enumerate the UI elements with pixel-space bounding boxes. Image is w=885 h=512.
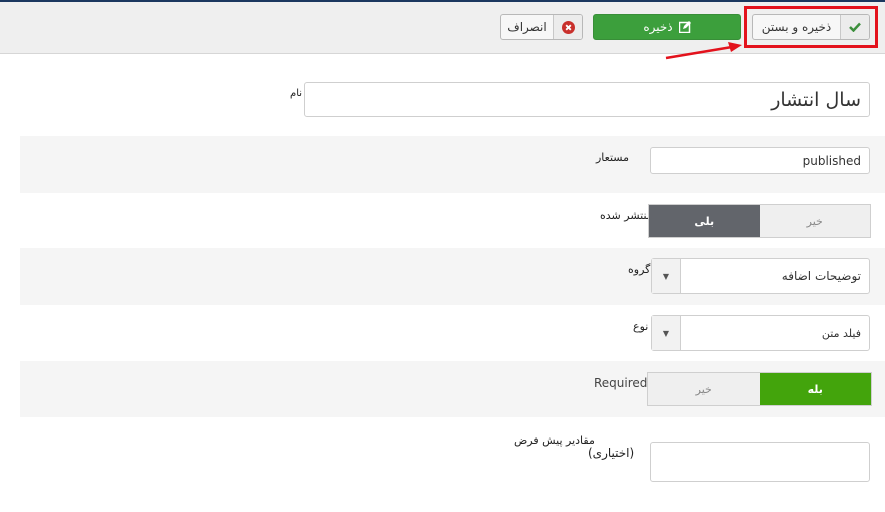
published-label: منتشر شده	[600, 209, 653, 222]
chevron-down-icon[interactable]: ▼	[652, 259, 681, 293]
default-values-label: مقادیر پیش فرض	[514, 434, 595, 447]
published-no-option[interactable]: خیر	[759, 205, 870, 237]
alias-value: published	[802, 153, 861, 168]
published-yes-option[interactable]: بلی	[649, 205, 760, 237]
required-label: Required	[594, 376, 648, 390]
save-close-label: ذخیره و بستن	[761, 20, 832, 34]
save-button[interactable]: ذخیره	[593, 14, 741, 40]
save-and-close-button[interactable]: ذخیره و بستن	[752, 14, 870, 40]
required-yes-option[interactable]: بله	[759, 373, 871, 405]
group-label: گروه	[628, 263, 651, 276]
type-select[interactable]: ▼ فیلد متن	[651, 315, 870, 351]
check-icon	[840, 15, 869, 39]
cancel-label: انصراف	[507, 20, 547, 34]
close-circle-icon	[553, 15, 582, 39]
type-label: نوع	[633, 320, 649, 333]
required-toggle[interactable]: خیر بله	[647, 372, 872, 406]
default-values-input[interactable]	[650, 442, 870, 482]
cancel-button[interactable]: انصراف	[500, 14, 583, 40]
group-select[interactable]: ▼ توضیحات اضافه	[651, 258, 870, 294]
edit-icon	[678, 21, 691, 33]
published-toggle[interactable]: بلی خیر	[648, 204, 871, 238]
toolbar: انصراف ذخیره ذخیره و بستن	[0, 2, 885, 54]
save-label: ذخیره	[643, 20, 673, 34]
type-value: فیلد متن	[821, 326, 861, 340]
chevron-down-icon[interactable]: ▼	[652, 316, 681, 350]
name-value: سال انتشار	[771, 88, 861, 111]
group-value: توضیحات اضافه	[781, 269, 861, 283]
name-input[interactable]: سال انتشار	[304, 82, 870, 117]
default-values-optional-label: (اختیاری)	[588, 446, 635, 460]
required-no-option[interactable]: خیر	[648, 373, 760, 405]
alias-label: مستعار	[596, 151, 629, 164]
name-label: نام	[290, 88, 303, 99]
alias-input[interactable]: published	[650, 147, 870, 174]
